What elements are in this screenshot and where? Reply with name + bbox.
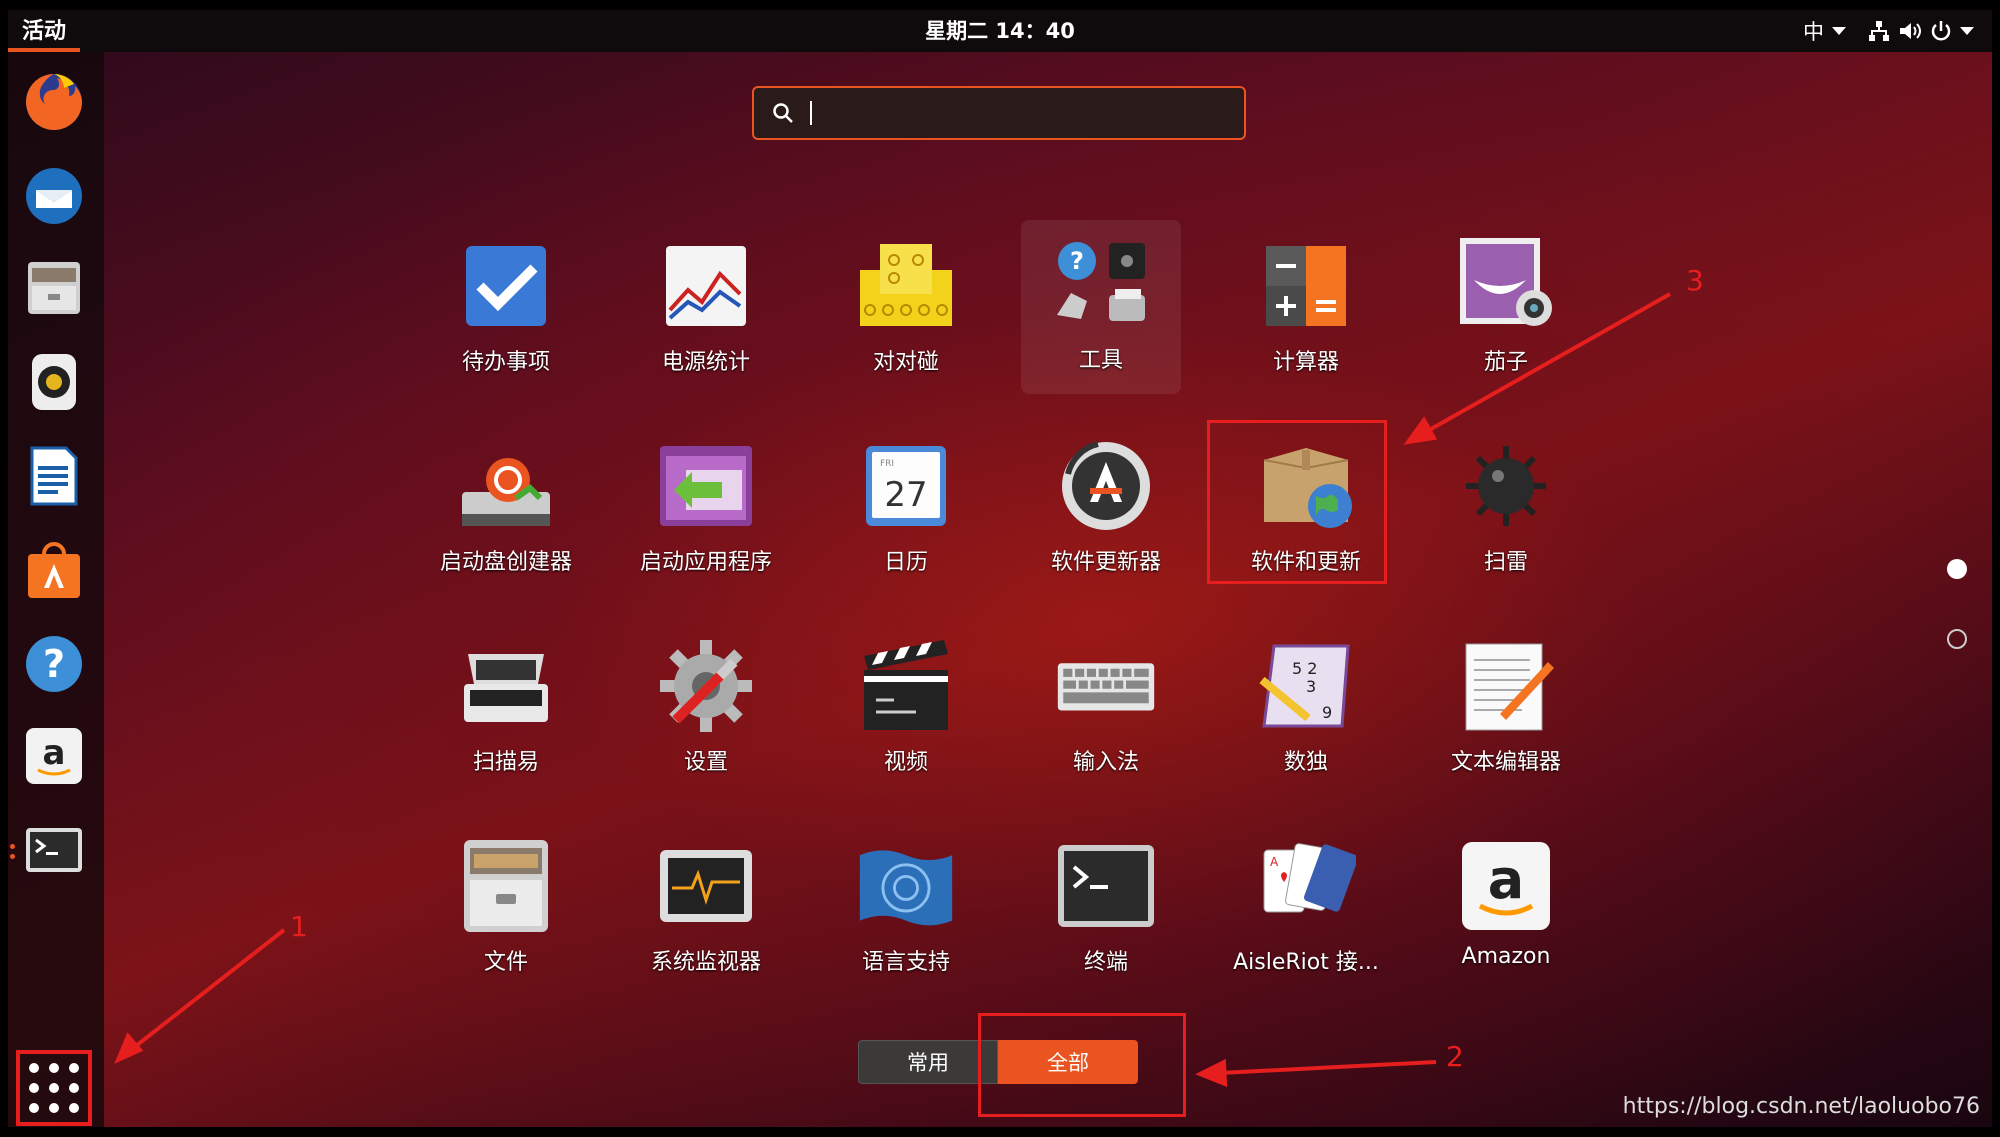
annotation-arrow [116,928,286,1062]
annotation-arrowhead [1195,1058,1228,1088]
annotation-arrow [1407,292,1671,444]
desktop-screen: 活动 星期二 14：40 中 ? a 待办事项 电源统计 对对碰 ? 工具 计算… [8,10,1992,1127]
annotation-arrow [1199,1060,1437,1076]
annotation-arrowhead [1403,416,1438,445]
annotation-arrowhead [114,1032,144,1064]
annotation-arrows [114,292,1671,1088]
watermark: https://blog.csdn.net/laoluobo76 [1622,1094,1980,1119]
